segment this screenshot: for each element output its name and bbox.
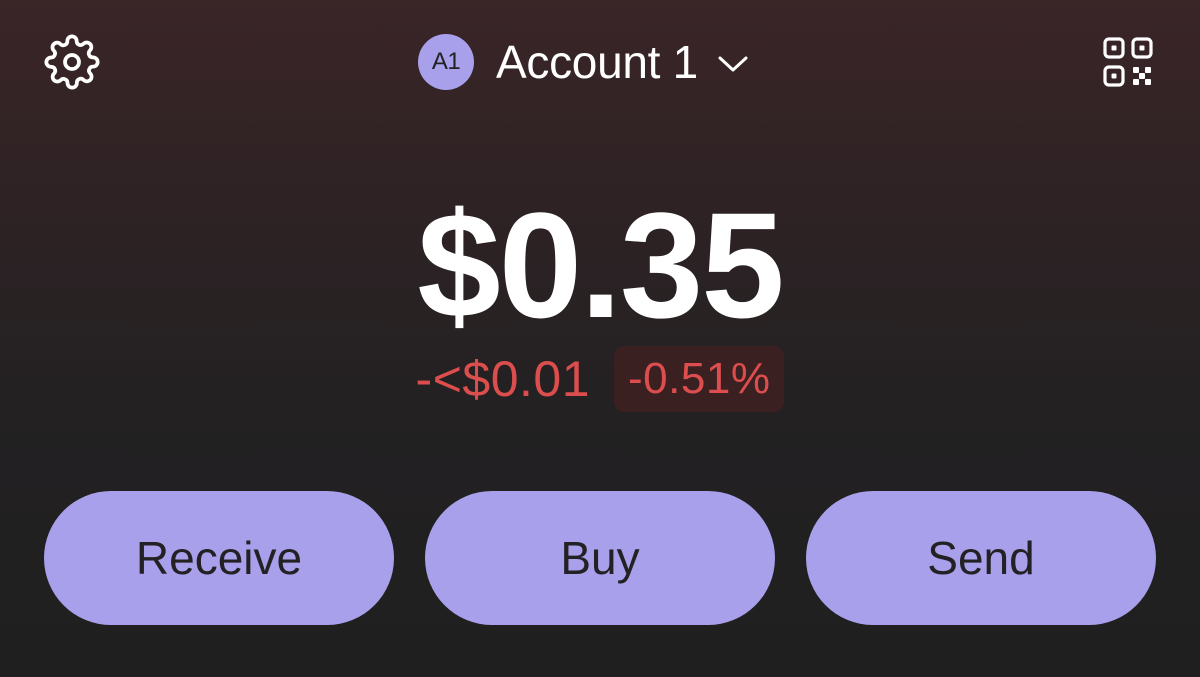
- receive-button[interactable]: Receive: [44, 491, 394, 625]
- buy-button[interactable]: Buy: [425, 491, 775, 625]
- account-name: Account 1: [496, 36, 698, 88]
- balance-change-row: -<$0.01 -0.51%: [0, 346, 1200, 412]
- change-amount: -<$0.01: [415, 351, 591, 407]
- action-buttons: Receive Buy Send: [44, 491, 1156, 625]
- top-bar: A1 Account 1: [0, 0, 1200, 125]
- qr-code-button[interactable]: [1098, 32, 1158, 92]
- account-avatar: A1: [418, 34, 474, 90]
- qr-code-icon: [1103, 37, 1153, 87]
- gear-icon: [44, 34, 100, 90]
- settings-button[interactable]: [42, 32, 102, 92]
- chevron-down-icon: [716, 53, 750, 75]
- portfolio-balance-section: $0.35: [0, 185, 1200, 345]
- change-percent-badge: -0.51%: [614, 346, 785, 412]
- account-switcher[interactable]: A1 Account 1: [418, 34, 750, 90]
- send-button[interactable]: Send: [806, 491, 1156, 625]
- portfolio-balance: $0.35: [417, 181, 784, 349]
